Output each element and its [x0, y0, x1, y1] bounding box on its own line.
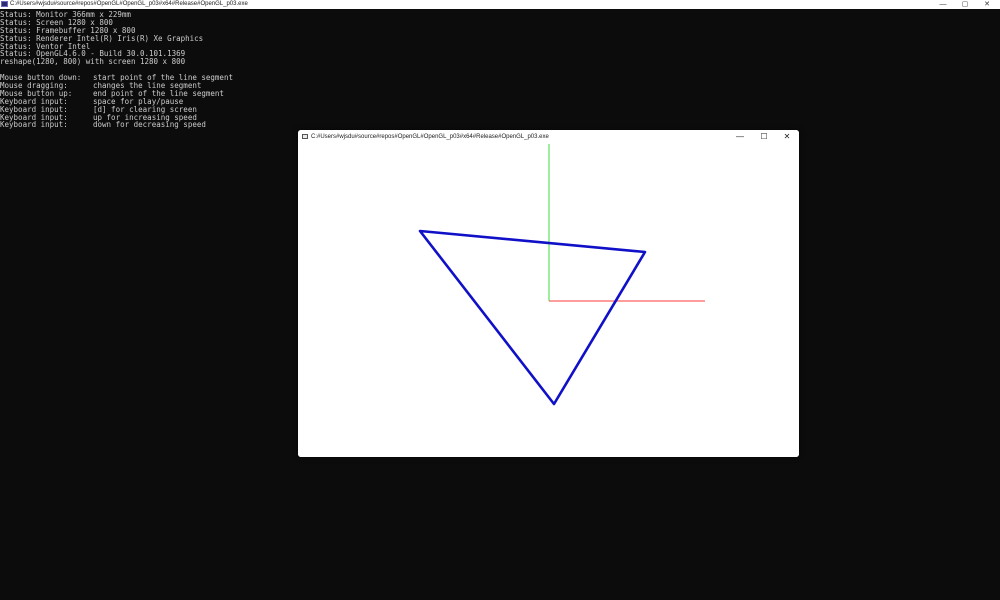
console-output: Status: Monitor 366mm x 229mm Status: Sc… — [0, 11, 233, 129]
render-surface[interactable] — [298, 144, 799, 457]
opengl-minimize-button[interactable]: — — [729, 130, 751, 144]
console-maximize-button[interactable]: ▢ — [958, 0, 972, 9]
reshape-line: reshape(1280, 800) with screen 1280 x 80… — [0, 57, 186, 67]
console-minimize-button[interactable]: — — [936, 0, 950, 9]
console-close-button[interactable]: ✕ — [980, 0, 994, 9]
console-app-icon — [1, 1, 8, 7]
opengl-titlebar[interactable]: C:#Users#wjsdu#source#repos#OpenGL#OpenG… — [298, 130, 799, 144]
opengl-window[interactable]: C:#Users#wjsdu#source#repos#OpenGL#OpenG… — [298, 130, 799, 457]
opengl-window-title: C:#Users#wjsdu#source#repos#OpenGL#OpenG… — [311, 134, 549, 140]
console-window-title: C:#Users#wjsdu#source#repos#OpenGL#OpenG… — [10, 1, 248, 7]
opengl-close-button[interactable]: ✕ — [776, 130, 798, 144]
triangle-shape — [418, 229, 647, 406]
opengl-canvas[interactable] — [298, 144, 799, 457]
help-line: Keyboard input: down for decreasing speed — [0, 121, 233, 129]
help-value: down for decreasing speed — [93, 120, 206, 130]
opengl-maximize-button[interactable]: ☐ — [753, 130, 775, 144]
console-titlebar: C:#Users#wjsdu#source#repos#OpenGL#OpenG… — [0, 0, 1000, 9]
opengl-app-icon — [302, 134, 308, 139]
help-key: Keyboard input: — [0, 120, 68, 130]
